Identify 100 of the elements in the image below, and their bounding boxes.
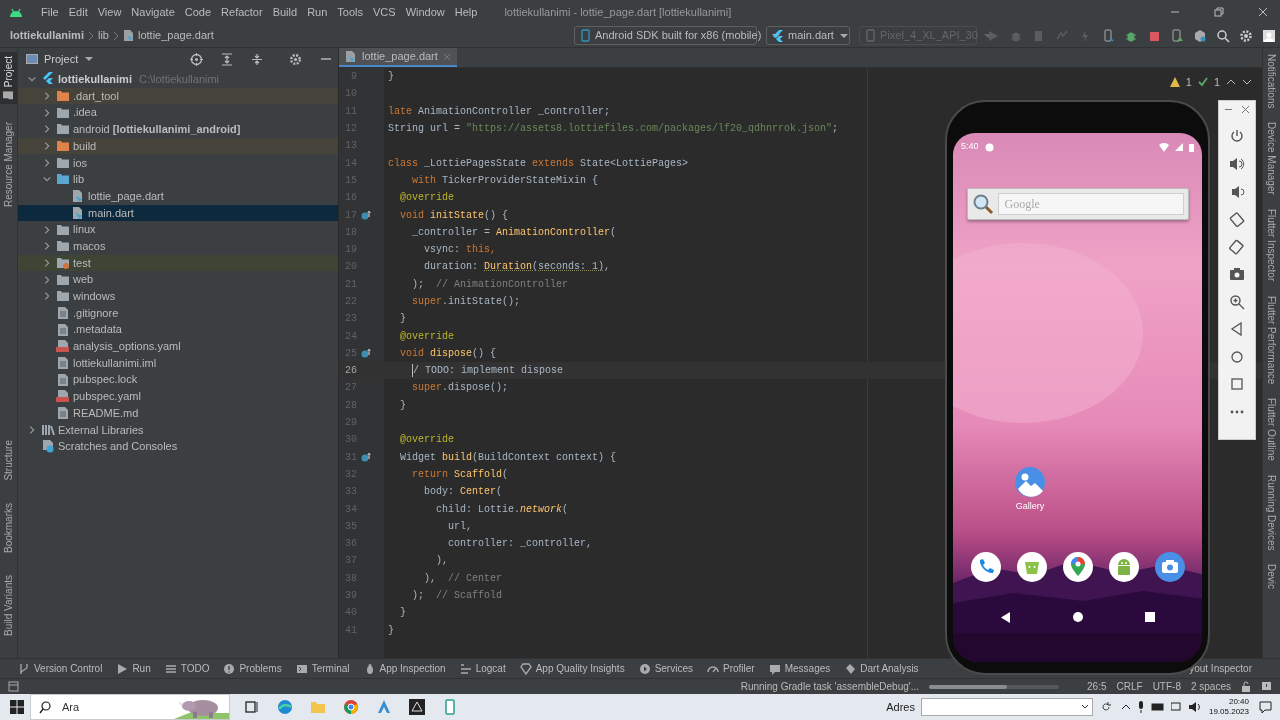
tree-item[interactable]: pubspec.lock xyxy=(18,371,338,389)
chevron-icon[interactable] xyxy=(42,106,52,119)
volume-up-icon[interactable] xyxy=(1229,156,1245,172)
panel-title[interactable]: Project xyxy=(44,50,79,68)
chevron-icon[interactable] xyxy=(42,223,52,236)
tree-item[interactable]: README.md xyxy=(18,404,338,422)
menu-item[interactable]: View xyxy=(92,3,127,21)
tool-window-tab[interactable]: Structure xyxy=(0,436,17,485)
tree-item[interactable]: macos xyxy=(18,237,338,255)
tree-item[interactable]: windows xyxy=(18,287,338,305)
phone-icon[interactable] xyxy=(1170,28,1184,43)
settings-icon[interactable] xyxy=(289,52,302,66)
tool-window-button[interactable]: Version Control xyxy=(18,661,103,676)
browser-icon[interactable] xyxy=(277,699,293,715)
close-icon[interactable] xyxy=(1242,106,1249,113)
phone-icon[interactable] xyxy=(1101,28,1115,43)
cube-icon[interactable] xyxy=(1193,28,1207,43)
chevron-up-icon[interactable] xyxy=(1120,703,1131,711)
tool-window-button[interactable]: Logcat xyxy=(459,661,506,676)
battery-icon[interactable] xyxy=(1150,703,1165,711)
menu-item[interactable]: VCS xyxy=(368,3,401,21)
robot-icon[interactable] xyxy=(1108,551,1139,582)
clock-date[interactable]: 19.05.2023 xyxy=(1208,707,1249,717)
search-field[interactable]: Google xyxy=(997,193,1184,215)
search-icon[interactable] xyxy=(971,193,994,215)
menu-item[interactable]: File xyxy=(36,3,64,21)
power-icon[interactable] xyxy=(1229,128,1245,145)
tree-item[interactable]: .dart_tool xyxy=(18,87,338,105)
minimize-icon[interactable] xyxy=(1225,106,1232,113)
tree-item[interactable]: ios xyxy=(18,154,338,172)
tree-item[interactable]: test xyxy=(18,254,338,272)
search-icon[interactable] xyxy=(1216,28,1230,43)
rotate-icon[interactable] xyxy=(1229,211,1245,227)
camera-icon[interactable] xyxy=(1229,266,1245,282)
tree-item[interactable]: .gitignore xyxy=(18,304,338,322)
chevron-down-icon[interactable] xyxy=(1242,78,1252,87)
tree-item[interactable]: External Libraries xyxy=(18,421,338,439)
tree-item[interactable]: analysis_options.yaml xyxy=(18,338,338,355)
menu-item[interactable]: Build xyxy=(267,3,303,21)
tool-window-button[interactable]: Services xyxy=(638,661,693,676)
menu-item[interactable]: Edit xyxy=(63,3,93,21)
expand-all-icon[interactable] xyxy=(221,52,233,66)
tool-window-tab[interactable]: Resource Manager xyxy=(0,118,17,212)
tool-window-tab[interactable]: Running Devices xyxy=(1264,474,1279,551)
notification-icon[interactable] xyxy=(1261,681,1272,692)
refresh-icon[interactable] xyxy=(1100,702,1111,712)
breadcrumb-item[interactable]: lib xyxy=(97,27,109,44)
rotate-icon[interactable] xyxy=(1229,238,1245,255)
menu-item[interactable]: Window xyxy=(400,3,450,21)
tool-window-tab[interactable]: Devic xyxy=(1264,564,1279,590)
close-icon[interactable] xyxy=(1258,7,1268,17)
tree-item[interactable]: .metadata xyxy=(18,321,338,338)
menu-item[interactable]: Tools xyxy=(332,3,368,21)
status-item[interactable]: UTF-8 xyxy=(1152,679,1181,694)
target-icon[interactable] xyxy=(190,52,203,66)
panel-icon[interactable] xyxy=(8,681,19,692)
tree-item[interactable]: main.dart xyxy=(18,204,338,222)
clock-time[interactable]: 20:40 xyxy=(1228,697,1249,707)
phone-app-icon[interactable] xyxy=(970,551,1001,582)
bag-icon[interactable] xyxy=(1016,551,1047,582)
restore-icon[interactable] xyxy=(1214,7,1224,17)
tool-window-button[interactable]: TODO xyxy=(164,661,210,676)
tree-item[interactable]: .idea xyxy=(18,104,338,122)
back-icon[interactable] xyxy=(1000,611,1011,623)
overview-icon[interactable] xyxy=(1144,612,1155,622)
tool-window-tab[interactable]: Notifications xyxy=(1264,54,1279,109)
breadcrumb-item[interactable]: lottie_page.dart xyxy=(138,27,214,44)
breadcrumb-item[interactable]: lottiekullanimi xyxy=(10,27,84,44)
tree-item[interactable]: android [lottiekullanimi_android] xyxy=(18,121,338,138)
tool-window-tab[interactable]: Flutter Outline xyxy=(1264,397,1279,461)
override-icon[interactable] xyxy=(361,451,371,463)
search-box[interactable]: Ara xyxy=(30,694,230,720)
notification-icon[interactable] xyxy=(1259,700,1272,714)
zoom-icon[interactable] xyxy=(1229,293,1245,310)
tool-window-tab[interactable]: Project xyxy=(0,52,17,105)
menu-item[interactable]: Code xyxy=(179,3,217,21)
chevron-up-icon[interactable] xyxy=(1226,78,1236,87)
tool-window-button[interactable]: Profiler xyxy=(707,661,755,676)
back-icon[interactable] xyxy=(1229,321,1245,337)
collapse-all-icon[interactable] xyxy=(251,52,263,66)
compass-icon[interactable] xyxy=(376,699,392,715)
override-icon[interactable] xyxy=(361,209,371,221)
chevron-icon[interactable] xyxy=(42,256,52,269)
tool-window-button[interactable]: Messages xyxy=(768,661,831,676)
tree-item[interactable]: web xyxy=(18,271,338,288)
tree-item[interactable]: lottiekullanimi.iml xyxy=(18,354,338,372)
camera-icon[interactable] xyxy=(1154,551,1185,582)
volume-down-icon[interactable] xyxy=(1229,183,1245,200)
menu-item[interactable]: Help xyxy=(449,3,483,21)
run-config-selector[interactable]: main.dart xyxy=(766,26,850,45)
chevron-icon[interactable] xyxy=(42,156,52,169)
tree-item[interactable]: lib xyxy=(18,171,338,188)
editor-tab[interactable]: lottie_page.dart xyxy=(339,48,457,67)
tool-window-button[interactable]: Problems xyxy=(223,661,282,676)
menu-item[interactable]: Run xyxy=(302,3,333,21)
tree-item[interactable]: build xyxy=(18,137,338,155)
menu-item[interactable]: Navigate xyxy=(126,3,180,21)
tool-window-tab[interactable]: Flutter Inspector xyxy=(1264,209,1279,282)
network-icon[interactable] xyxy=(1170,702,1183,712)
tool-window-tab[interactable]: Bookmarks xyxy=(0,499,17,558)
